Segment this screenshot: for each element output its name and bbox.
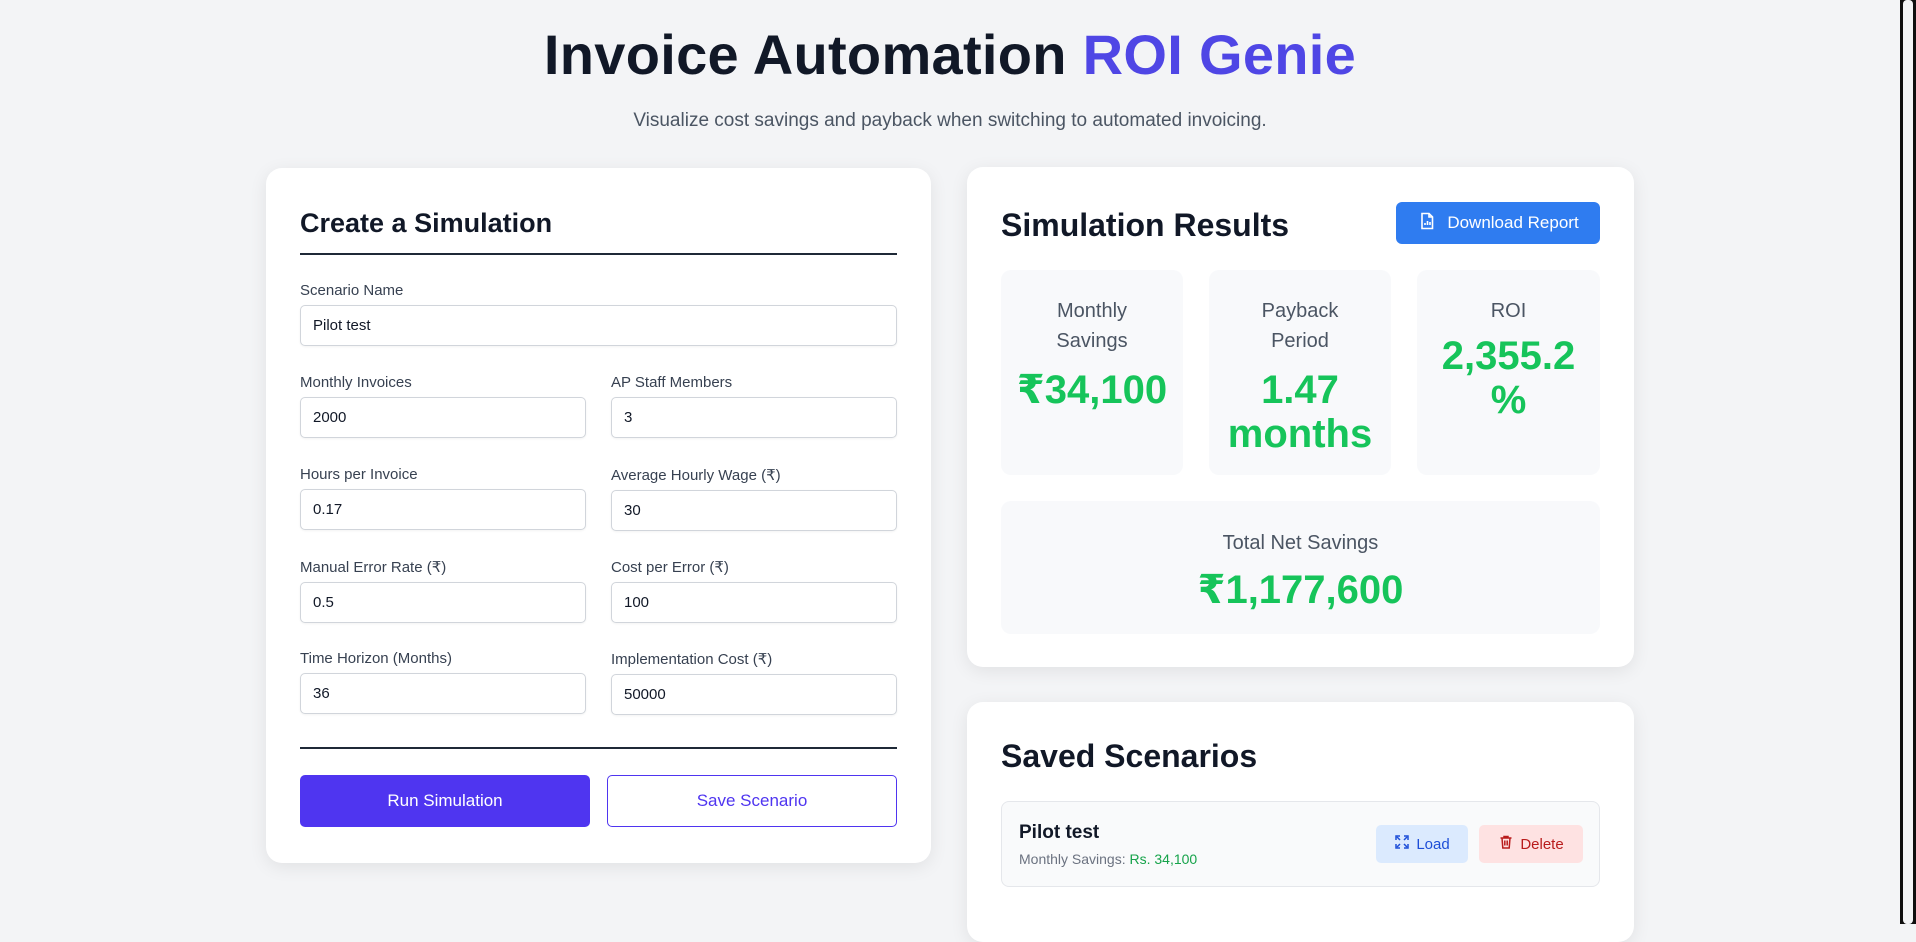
- time-horizon-input[interactable]: 36: [300, 673, 586, 714]
- load-button[interactable]: Load: [1376, 825, 1468, 863]
- download-report-label: Download Report: [1447, 213, 1579, 232]
- run-simulation-button[interactable]: Run Simulation: [300, 775, 590, 827]
- error-rate-field: Manual Error Rate (₹) 0.5: [300, 558, 586, 623]
- scenario-name-field: Scenario Name Pilot test: [300, 282, 897, 346]
- hours-per-invoice-label: Hours per Invoice: [300, 466, 418, 483]
- divider: [300, 253, 897, 255]
- delete-label: Delete: [1520, 835, 1564, 853]
- monthly-savings-stat: Monthly Savings ₹34,100: [1001, 270, 1183, 475]
- ap-staff-input[interactable]: 3: [611, 397, 897, 438]
- scenario-meta-label: Monthly Savings:: [1019, 851, 1126, 867]
- form-title: Create a Simulation: [300, 208, 553, 238]
- divider: [300, 747, 897, 749]
- page-subtitle: Visualize cost savings and payback when …: [633, 110, 1267, 131]
- scrollbar[interactable]: [1900, 0, 1916, 924]
- saved-scenarios-card: Saved Scenarios Pilot test Monthly Savin…: [967, 702, 1634, 942]
- total-net-savings-stat: Total Net Savings ₹1,177,600: [1001, 501, 1600, 634]
- monthly-invoices-field: Monthly Invoices 2000: [300, 374, 586, 438]
- hours-per-invoice-input[interactable]: 0.17: [300, 489, 586, 530]
- roi-stat: ROI 2,355.2 %: [1417, 270, 1600, 475]
- ap-staff-label: AP Staff Members: [611, 374, 733, 391]
- saved-scenarios-title: Saved Scenarios: [1001, 738, 1258, 774]
- cost-per-error-input[interactable]: 100: [611, 582, 897, 623]
- load-icon: [1394, 834, 1410, 854]
- cost-per-error-field: Cost per Error (₹) 100: [611, 558, 897, 623]
- implementation-cost-input[interactable]: 50000: [611, 674, 897, 715]
- scenario-name: Pilot test: [1019, 822, 1100, 843]
- roi-value-line1: 2,355.2: [1441, 334, 1576, 378]
- payback-value-line1: 1.47: [1261, 368, 1339, 412]
- monthly-savings-label-line1: Monthly: [1056, 300, 1128, 322]
- document-chart-icon: [1417, 211, 1437, 236]
- implementation-cost-label: Implementation Cost (₹): [611, 651, 773, 668]
- payback-value-line2: months: [1227, 412, 1373, 456]
- scenario-name-label: Scenario Name: [300, 282, 404, 299]
- monthly-savings-value: ₹34,100: [1016, 368, 1168, 412]
- time-horizon-field: Time Horizon (Months) 36: [300, 650, 586, 714]
- save-scenario-button[interactable]: Save Scenario: [607, 775, 897, 827]
- payback-label-line2: Period: [1271, 330, 1329, 352]
- cost-per-error-label: Cost per Error (₹): [611, 559, 729, 576]
- delete-button[interactable]: Delete: [1479, 825, 1583, 863]
- error-rate-label: Manual Error Rate (₹): [300, 559, 447, 576]
- scenario-meta: Monthly Savings: Rs. 34,100: [1019, 851, 1197, 867]
- list-item: Pilot test Monthly Savings: Rs. 34,100 L…: [1001, 801, 1600, 887]
- payback-period-stat: Payback Period 1.47 months: [1209, 270, 1391, 475]
- implementation-cost-field: Implementation Cost (₹) 50000: [611, 650, 897, 715]
- roi-value-line2: %: [1490, 378, 1527, 422]
- simulation-form-card: Create a Simulation Scenario Name Pilot …: [266, 168, 931, 863]
- monthly-savings-label-line2: Savings: [1056, 330, 1128, 352]
- load-label: Load: [1416, 835, 1450, 853]
- page-header: Invoice Automation ROI Genie Visualize c…: [0, 22, 1900, 132]
- page: Invoice Automation ROI Genie Visualize c…: [0, 0, 1900, 942]
- hourly-wage-field: Average Hourly Wage (₹) 30: [611, 466, 897, 531]
- payback-label-line1: Payback: [1261, 300, 1339, 322]
- total-net-savings-label: Total Net Savings: [1222, 532, 1379, 554]
- ap-staff-field: AP Staff Members 3: [611, 374, 897, 438]
- title-accent: ROI Genie: [1082, 23, 1357, 86]
- download-report-button[interactable]: Download Report: [1396, 202, 1600, 244]
- roi-label: ROI: [1490, 300, 1527, 322]
- monthly-invoices-label: Monthly Invoices: [300, 374, 412, 391]
- hourly-wage-label: Average Hourly Wage (₹): [611, 467, 781, 484]
- monthly-invoices-input[interactable]: 2000: [300, 397, 586, 438]
- error-rate-input[interactable]: 0.5: [300, 582, 586, 623]
- hours-per-invoice-field: Hours per Invoice 0.17: [300, 466, 586, 530]
- scenario-monthly-savings: Rs. 34,100: [1129, 851, 1198, 867]
- trash-icon: [1498, 834, 1514, 854]
- scenario-name-input[interactable]: Pilot test: [300, 305, 897, 346]
- time-horizon-label: Time Horizon (Months): [300, 650, 452, 667]
- total-net-savings-value: ₹1,177,600: [1197, 568, 1404, 612]
- results-title: Simulation Results: [1001, 207, 1290, 243]
- simulation-results-card: Simulation Results Download Report Month…: [967, 167, 1634, 667]
- title-main: Invoice Automation: [543, 23, 1067, 86]
- scrollbar-thumb[interactable]: [1903, 0, 1913, 924]
- page-title: Invoice Automation ROI Genie: [0, 22, 1900, 88]
- hourly-wage-input[interactable]: 30: [611, 490, 897, 531]
